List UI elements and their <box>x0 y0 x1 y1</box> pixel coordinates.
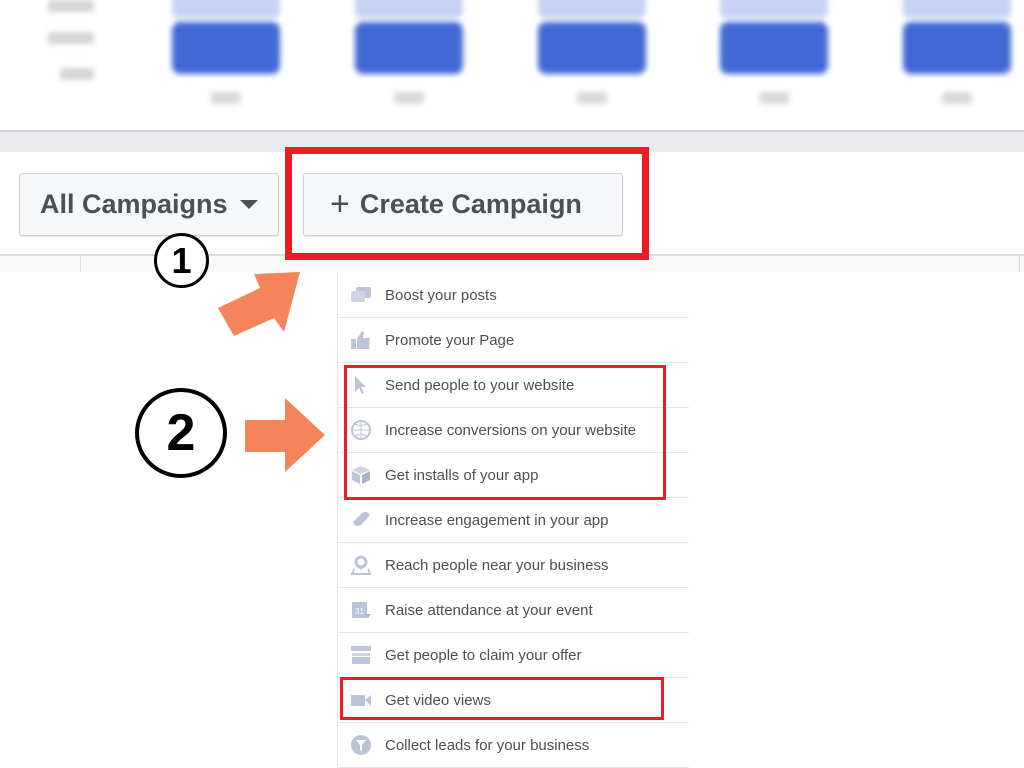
chart-bar-top <box>903 0 1011 18</box>
menu-item-offer-claims[interactable]: Get people to claim your offer <box>338 633 689 678</box>
menu-item-event-responses[interactable]: 31 Raise attendance at your event <box>338 588 689 633</box>
highlight-create-campaign <box>285 147 649 260</box>
x-tick <box>211 92 241 104</box>
chart-bar-top <box>172 0 280 18</box>
chart-bar-top <box>538 0 646 18</box>
menu-item-local-awareness[interactable]: Reach people near your business <box>338 543 689 588</box>
menu-item-promote-page[interactable]: Promote your Page <box>338 318 689 363</box>
funnel-icon <box>350 735 372 755</box>
menu-item-label: Get people to claim your offer <box>385 646 582 664</box>
menu-item-label: Reach people near your business <box>385 556 609 574</box>
column-divider <box>1019 254 1020 272</box>
all-campaigns-dropdown[interactable]: All Campaigns <box>19 173 279 236</box>
store-icon <box>350 645 372 665</box>
step-1-badge: 1 <box>154 233 209 288</box>
x-tick <box>394 92 424 104</box>
menu-item-label: Collect leads for your business <box>385 736 590 754</box>
highlight-objectives-group <box>344 365 666 500</box>
menu-item-app-engagement[interactable]: Increase engagement in your app <box>338 498 689 543</box>
y-axis-label <box>48 32 94 44</box>
chart-bar-top <box>720 0 828 18</box>
menu-item-label: Raise attendance at your event <box>385 601 593 619</box>
menu-item-label: Promote your Page <box>385 331 515 349</box>
chart-bar <box>903 22 1011 74</box>
x-tick <box>577 92 607 104</box>
highlight-video-views <box>340 677 664 720</box>
arrow-1-icon <box>218 272 300 336</box>
step-2-badge: 2 <box>135 388 227 478</box>
arrow-2-icon <box>245 398 325 472</box>
y-axis-label <box>48 0 94 12</box>
map-pin-icon <box>350 555 372 575</box>
step-1-number: 1 <box>171 239 192 281</box>
menu-item-lead-generation[interactable]: Collect leads for your business <box>338 723 689 768</box>
x-tick <box>759 92 789 104</box>
menu-item-boost-posts[interactable]: Boost your posts <box>338 273 689 318</box>
blurred-chart <box>0 0 1024 130</box>
gamepad-icon <box>350 510 372 530</box>
step-2-number: 2 <box>166 404 196 462</box>
caret-down-icon <box>239 200 258 209</box>
menu-item-label: Boost your posts <box>385 286 497 304</box>
menu-item-label: Increase engagement in your app <box>385 511 609 529</box>
chart-bar <box>172 22 280 74</box>
chart-bar <box>720 22 828 74</box>
calendar-icon: 31 <box>350 600 372 620</box>
chart-bar-top <box>355 0 463 18</box>
y-axis-label <box>60 68 94 80</box>
chart-bar <box>538 22 646 74</box>
speech-bubbles-icon <box>350 285 372 305</box>
svg-text:31: 31 <box>355 607 364 616</box>
chart-bar <box>355 22 463 74</box>
all-campaigns-label: All Campaigns <box>40 189 228 219</box>
x-tick <box>942 92 972 104</box>
column-divider <box>80 254 81 272</box>
thumbs-up-icon <box>350 330 372 350</box>
